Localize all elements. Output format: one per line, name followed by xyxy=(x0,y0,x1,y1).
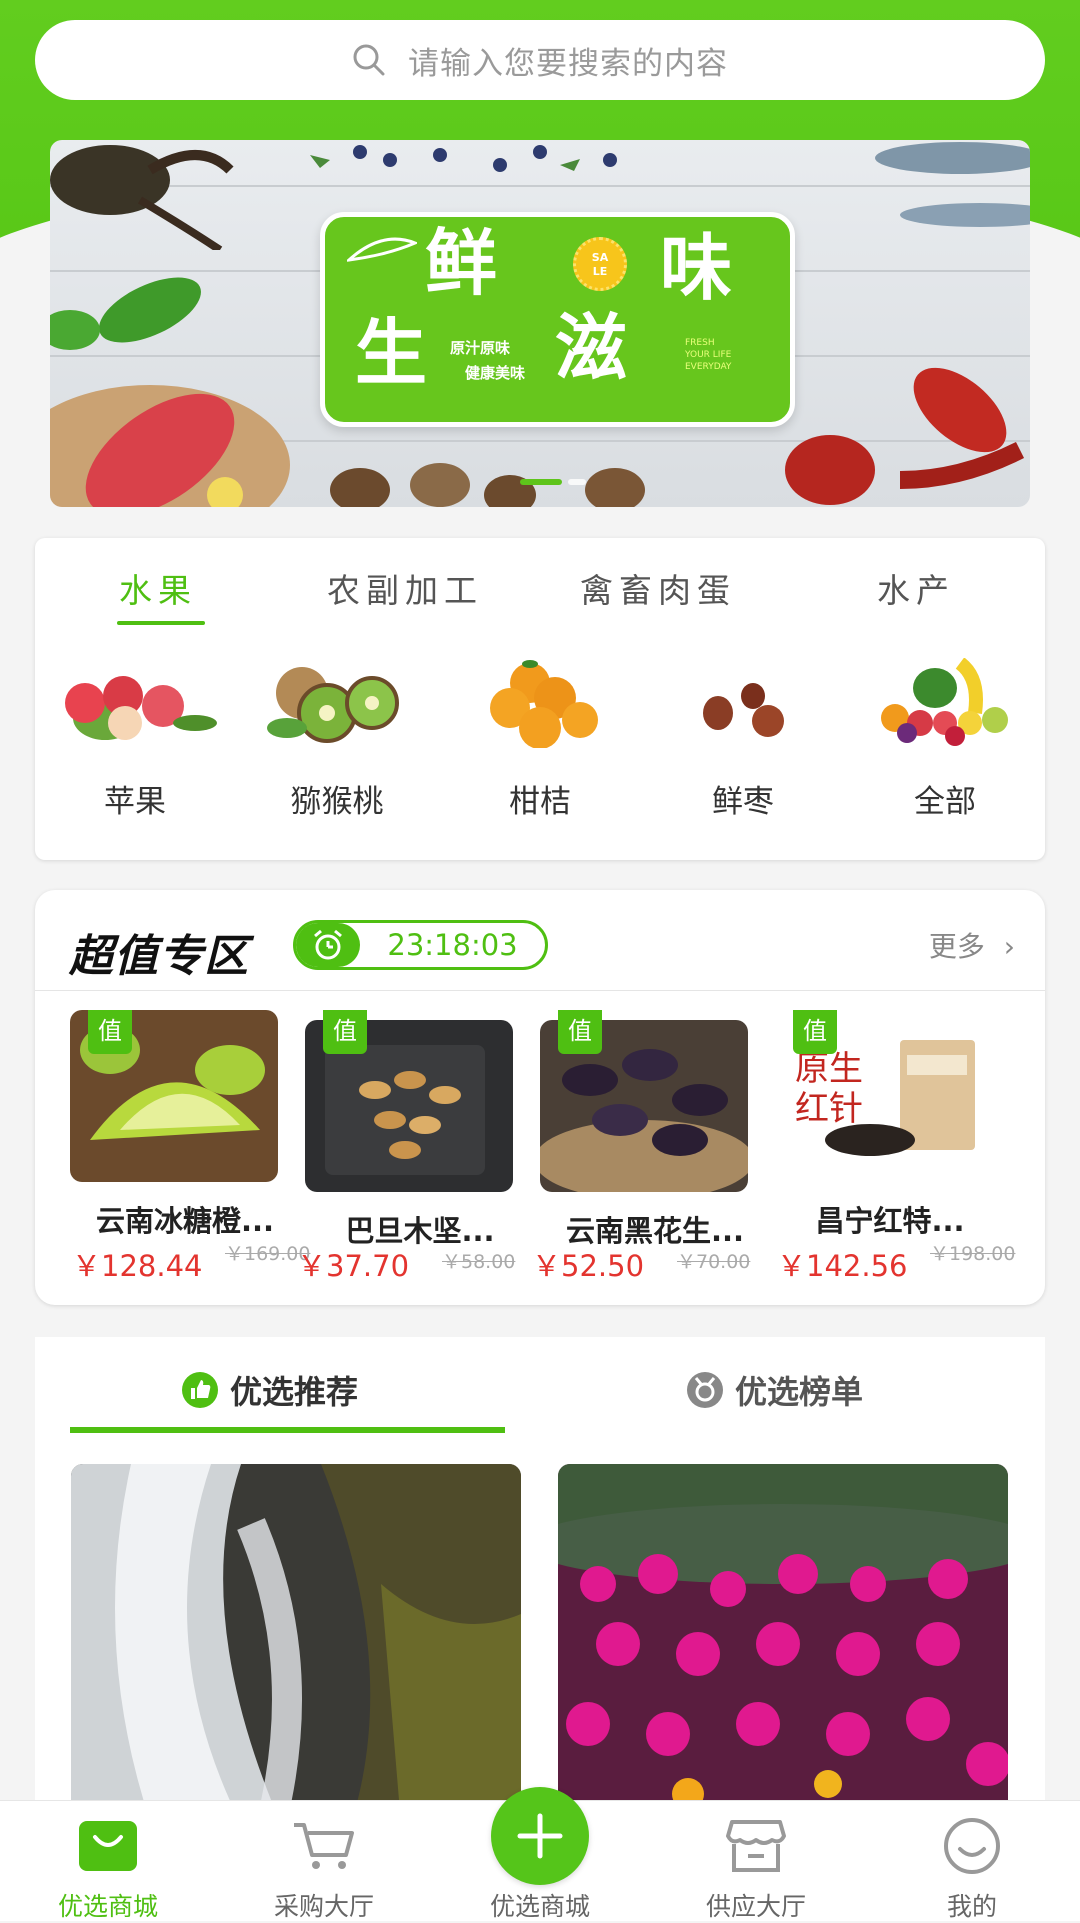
nav-supply-hall[interactable]: 供应大厅 xyxy=(656,1815,856,1923)
countdown-text: 23:18:03 xyxy=(387,928,518,962)
crab-image xyxy=(50,145,234,250)
recommend-item-2[interactable] xyxy=(558,1464,1008,1824)
nav-purchase-hall[interactable]: 采购大厅 xyxy=(224,1815,424,1923)
product-price: ￥128.44 xyxy=(72,1249,203,1283)
banner-char-1: 鲜 xyxy=(425,220,498,305)
category-item-jujube[interactable]: 鲜枣 xyxy=(643,658,843,820)
smiley-icon xyxy=(944,1818,1000,1874)
value-tag: 值 xyxy=(793,1010,837,1054)
category-label: 猕猴桃 xyxy=(290,784,384,820)
mushrooms-image xyxy=(330,463,645,507)
active-tab-underline xyxy=(70,1427,505,1433)
more-link[interactable]: 更多 › xyxy=(929,925,1015,965)
category-item-all[interactable]: 全部 xyxy=(845,657,1045,820)
nav-profile-label: 我的 xyxy=(946,1892,997,1921)
nav-mall-label: 优选商城 xyxy=(57,1892,158,1921)
product-name: 昌宁红特... xyxy=(815,1204,965,1238)
banner-char-4: 滋 xyxy=(555,305,628,390)
apple-icon xyxy=(65,676,217,740)
product-price: ￥37.70 xyxy=(297,1249,410,1283)
banner-char-3: 生 xyxy=(355,310,428,395)
banner-headline-card: 鲜 味 生 滋 原汁原味 健康美味 FRESH YOUR LIFE EVERYD… xyxy=(320,212,795,427)
fish-plate-image xyxy=(50,385,290,507)
category-item-kiwi[interactable]: 猕猴桃 xyxy=(237,658,437,820)
value-tag: 值 xyxy=(323,1010,367,1054)
banner-subtitle-1: 原汁原味 xyxy=(450,339,511,357)
category-label: 鲜枣 xyxy=(712,784,774,820)
tab-agri-processing[interactable]: 农副加工 xyxy=(327,564,483,612)
fish-image xyxy=(875,142,1030,227)
product-original-price: ￥58.00 xyxy=(442,1251,516,1273)
deals-section: 超值专区 23:18:03 更多 › 值 云南冰糖橙... ￥128.44 ￥1… xyxy=(35,890,1045,1305)
pager-dot xyxy=(568,479,586,485)
svg-text:原生: 原生 xyxy=(795,1049,863,1089)
blueberries-image xyxy=(310,145,617,172)
value-tag: 值 xyxy=(558,1010,602,1054)
cart-icon xyxy=(294,1823,354,1869)
tab-fruit[interactable]: 水果 xyxy=(119,564,197,612)
category-label: 柑桔 xyxy=(509,784,571,820)
chevron-right-icon: › xyxy=(1003,930,1015,963)
nav-supply-hall-label: 供应大厅 xyxy=(705,1892,806,1921)
product-original-price: ￥70.00 xyxy=(677,1251,751,1273)
basil-leaf-image xyxy=(50,277,201,350)
jujube-icon xyxy=(703,683,784,737)
flowers-image xyxy=(558,1464,1008,1824)
tab-recommend[interactable]: 优选推荐 xyxy=(182,1367,358,1413)
search-bar[interactable]: 请输入您要搜索的内容 xyxy=(35,20,1045,100)
value-tag: 值 xyxy=(88,1010,132,1054)
thumbs-up-icon xyxy=(182,1372,218,1408)
nav-profile[interactable]: 我的 xyxy=(872,1815,1072,1923)
product-original-price: ￥169.00 xyxy=(225,1243,311,1265)
tab-ranking[interactable]: 优选榜单 xyxy=(687,1367,863,1413)
category-card: 水果 农副加工 禽畜肉蛋 水产 苹果 猕猴桃 柑桔 鲜枣 全部 xyxy=(35,538,1045,860)
divider xyxy=(35,990,1045,991)
tab-aquatic[interactable]: 水产 xyxy=(877,564,955,612)
store-icon xyxy=(726,1820,786,1872)
category-tabs: 水果 农副加工 禽畜肉蛋 水产 xyxy=(35,538,1045,630)
recommend-item-1[interactable] xyxy=(71,1464,521,1824)
nav-center-mall-label: 优选商城 xyxy=(489,1892,590,1921)
countdown-timer: 23:18:03 xyxy=(293,920,548,970)
sale-badge: SA LE xyxy=(573,237,627,291)
nav-purchase-hall-label: 采购大厅 xyxy=(273,1892,374,1921)
lobster-image xyxy=(785,367,1025,505)
product-original-price: ￥198.00 xyxy=(930,1243,1016,1265)
category-label: 全部 xyxy=(914,784,976,820)
tab-meat-eggs[interactable]: 禽畜肉蛋 xyxy=(580,564,736,612)
deals-title: 超值专区 xyxy=(69,931,249,982)
banner-char-2: 味 xyxy=(660,225,733,310)
category-label: 苹果 xyxy=(104,784,166,820)
product-name: 云南冰糖橙... xyxy=(95,1204,275,1238)
plus-icon xyxy=(517,1813,563,1859)
category-item-citrus[interactable]: 柑桔 xyxy=(440,658,640,820)
product-price: ￥142.56 xyxy=(777,1249,908,1283)
peapod-icon xyxy=(347,237,417,262)
nav-mall[interactable]: 优选商城 xyxy=(8,1815,208,1923)
pager-dot-active xyxy=(520,479,562,485)
promo-banner[interactable]: 鲜 味 生 滋 原汁原味 健康美味 FRESH YOUR LIFE EVERYD… xyxy=(50,140,1030,507)
banner-subtitle-2: 健康美味 xyxy=(465,364,526,382)
category-item-apple[interactable]: 苹果 xyxy=(35,658,235,820)
ranking-icon xyxy=(687,1372,723,1408)
product-price: ￥52.50 xyxy=(532,1249,645,1283)
tab-recommend-label: 优选推荐 xyxy=(230,1373,359,1411)
more-label: 更多 xyxy=(928,930,985,963)
orange-icon xyxy=(490,660,598,749)
alarm-clock-icon xyxy=(314,929,342,960)
active-tab-underline xyxy=(117,621,205,625)
tab-ranking-label: 优选榜单 xyxy=(735,1373,864,1411)
shopping-bag-icon xyxy=(79,1821,137,1871)
kiwi-icon xyxy=(267,667,399,743)
banner-tagline: FRESH YOUR LIFE EVERYDAY xyxy=(685,338,732,372)
center-add-button[interactable] xyxy=(491,1787,589,1885)
recommend-section: 优选推荐 优选榜单 xyxy=(35,1337,1045,1824)
waterfall-image xyxy=(71,1464,521,1824)
banner-pager xyxy=(520,479,586,485)
fruit-basket-icon xyxy=(881,657,1008,746)
search-icon xyxy=(353,44,385,76)
search-placeholder: 请输入您要搜索的内容 xyxy=(408,45,728,82)
svg-text:红针: 红针 xyxy=(795,1089,863,1129)
